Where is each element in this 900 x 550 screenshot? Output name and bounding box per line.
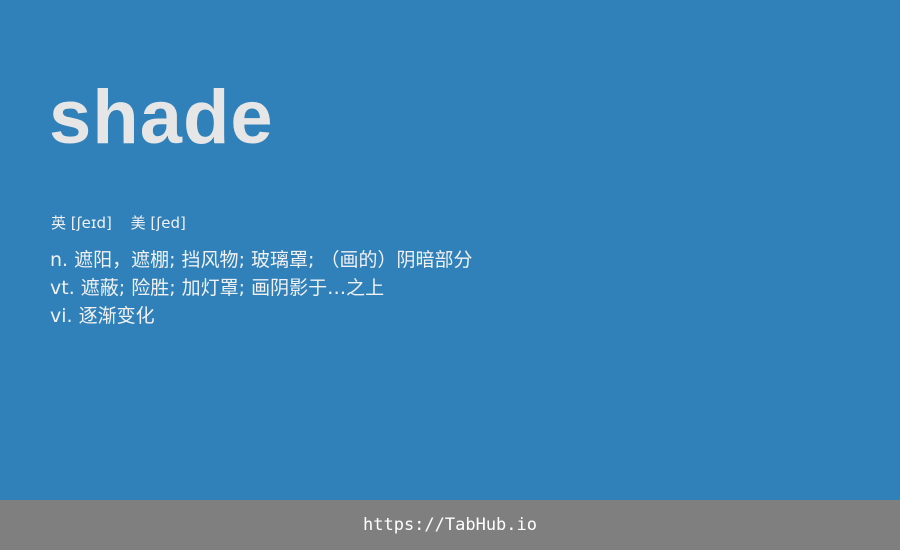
phonetic-us: 美 [ʃed] [130,214,186,232]
definition-intransitive-verb: vi. 逐渐变化 [50,305,155,327]
headword: shade [49,75,274,160]
footer-link[interactable]: https://TabHub.io [363,514,537,536]
footer-bar: https://TabHub.io [0,500,900,550]
definition-list: n. 遮阳，遮棚; 挡风物; 玻璃罩; （画的）阴暗部分 vt. 遮蔽; 险胜;… [50,246,472,330]
phonetic-uk: 英 [ʃeɪd] [51,214,112,232]
phonetics: 英 [ʃeɪd] 美 [ʃed] [51,212,186,234]
word-card: shade 英 [ʃeɪd] 美 [ʃed] n. 遮阳，遮棚; 挡风物; 玻璃… [0,0,900,500]
definition-transitive-verb: vt. 遮蔽; 险胜; 加灯罩; 画阴影于…之上 [50,277,385,299]
definition-noun: n. 遮阳，遮棚; 挡风物; 玻璃罩; （画的）阴暗部分 [50,249,473,271]
